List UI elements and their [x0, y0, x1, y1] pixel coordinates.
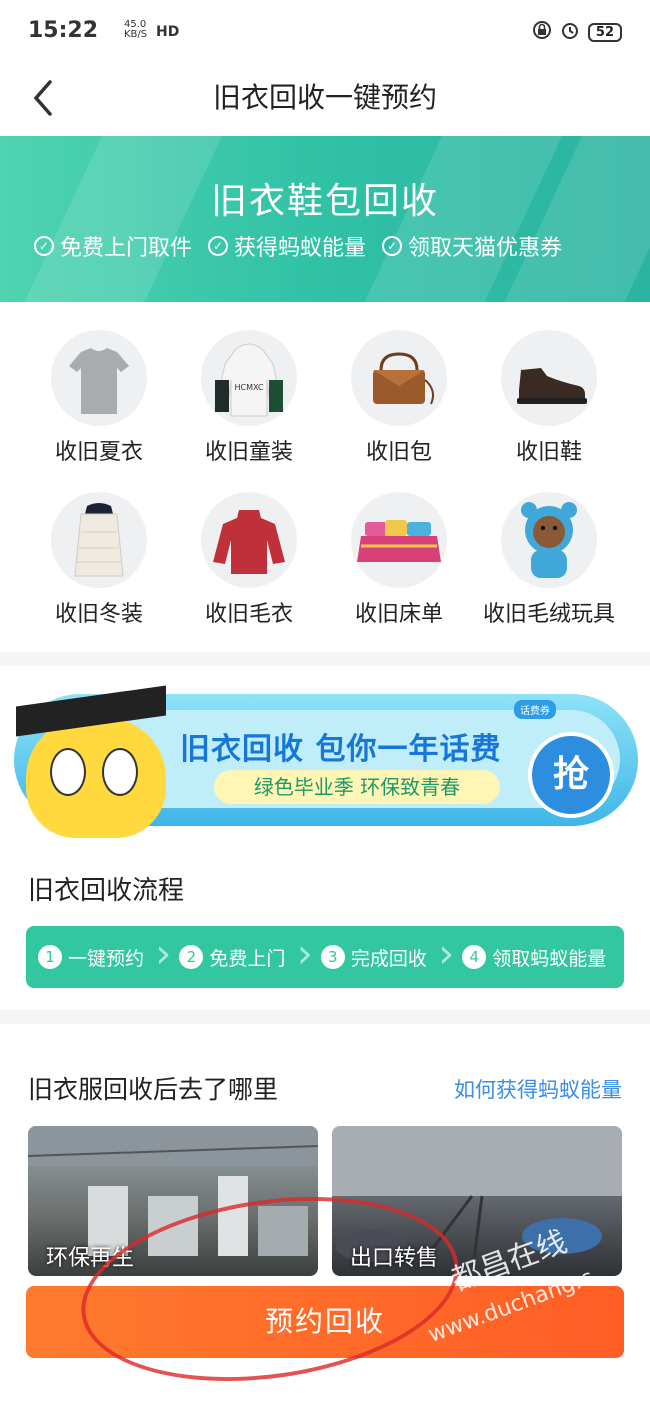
- check-circle-icon: ✓: [382, 236, 403, 256]
- section-divider: [0, 1010, 650, 1024]
- feature-label: 领取天猫优惠券: [408, 236, 563, 261]
- mascot-icon: [16, 685, 166, 838]
- svg-text:HCMXC: HCMXC: [235, 383, 264, 392]
- category-label: 收旧冬装: [54, 602, 143, 627]
- category-label: 收旧毛绒玩具: [482, 602, 615, 627]
- network-indicator: ⁴ᴳ: [86, 20, 95, 31]
- promo-tag: 话费券: [514, 700, 556, 719]
- tshirt-icon: [51, 330, 147, 426]
- down-jacket-icon: [51, 492, 147, 588]
- battery-indicator: 52: [587, 22, 622, 42]
- feature-label: 获得蚂蚁能量: [234, 236, 367, 261]
- category-winter-clothes[interactable]: 收旧冬装: [24, 492, 174, 628]
- recycle-flow: 旧衣回收流程 1 一键预约 › 2 免费上门 › 3 完成回收 › 4 领取蚂蚁能量: [0, 860, 650, 1010]
- banner-features: ✓ 免费上门取件 ✓ 获得蚂蚁能量 ✓ 领取天猫优惠券: [34, 230, 562, 262]
- step-number: 2: [179, 945, 204, 969]
- step-label: 领取蚂蚁能量: [492, 947, 607, 970]
- promo-subtitle: 绿色毕业季 环保致青春: [214, 770, 500, 804]
- promo-banner[interactable]: 话费券 旧衣回收 包你一年话费 绿色毕业季 环保致青春 抢: [0, 666, 650, 838]
- category-label: 收旧童装: [204, 440, 293, 465]
- feature-item: ✓ 领取天猫优惠券: [382, 230, 562, 262]
- check-circle-icon: ✓: [208, 236, 229, 256]
- energy-link[interactable]: 如何获得蚂蚁能量: [454, 1074, 622, 1104]
- banner-title: 旧衣鞋包回收: [210, 181, 439, 222]
- shoe-icon: [501, 330, 597, 426]
- category-grid: 收旧夏衣 HCMXC 收旧童装 收旧包 收旧鞋 收旧冬装 收旧毛衣 收旧床单 收…: [0, 302, 650, 652]
- feature-label: 免费上门取件: [60, 236, 193, 261]
- category-bags[interactable]: 收旧包: [324, 330, 474, 466]
- category-label: 收旧夏衣: [54, 440, 143, 465]
- bedsheet-icon: [351, 492, 447, 588]
- flow-title: 旧衣回收流程: [28, 876, 185, 906]
- hd-indicator: HD: [156, 24, 180, 40]
- step-number: 1: [38, 945, 62, 969]
- feature-item: ✓ 免费上门取件: [34, 230, 192, 262]
- speed-unit: KB/S: [124, 29, 148, 40]
- grab-button[interactable]: 抢: [528, 732, 614, 818]
- step-label: 完成回收: [350, 947, 427, 970]
- alarm-icon: [560, 20, 580, 44]
- step-number: 3: [320, 945, 345, 969]
- sweater-icon: [201, 492, 297, 588]
- where-title: 旧衣服回收后去了哪里: [28, 1075, 279, 1104]
- category-label: 收旧鞋: [515, 440, 582, 465]
- flow-step: 3 完成回收 ›: [309, 926, 454, 988]
- category-summer-clothes[interactable]: 收旧夏衣: [24, 330, 174, 466]
- network-speed: 45.0 KB/S: [124, 20, 147, 40]
- category-kids-clothes[interactable]: HCMXC 收旧童装: [174, 330, 324, 466]
- step-label: 一键预约: [68, 947, 145, 970]
- feature-item: ✓ 获得蚂蚁能量: [208, 230, 366, 262]
- lock-icon: [532, 20, 552, 44]
- category-label: 收旧毛衣: [204, 602, 293, 627]
- category-shoes[interactable]: 收旧鞋: [474, 330, 624, 466]
- step-number: 4: [462, 945, 487, 969]
- page-title: 旧衣回收一键预约: [212, 81, 437, 114]
- category-bedsheets[interactable]: 收旧床单: [324, 492, 474, 628]
- category-label: 收旧床单: [354, 602, 443, 627]
- flow-step: 2 免费上门 ›: [167, 926, 313, 988]
- flow-step: 4 领取蚂蚁能量: [450, 926, 624, 988]
- hero-banner: 旧衣鞋包回收 ✓ 免费上门取件 ✓ 获得蚂蚁能量 ✓ 领取天猫优惠券: [0, 136, 650, 302]
- category-plush-toys[interactable]: 收旧毛绒玩具: [474, 492, 624, 628]
- step-label: 免费上门: [209, 947, 286, 970]
- mascot-eye: [102, 748, 138, 796]
- hoodie-icon: HCMXC: [201, 330, 297, 426]
- mascot-eye: [50, 748, 86, 796]
- status-right: 52: [532, 20, 622, 44]
- bag-icon: [351, 330, 447, 426]
- flow-step: 1 一键预约 ›: [26, 926, 171, 988]
- section-divider: [0, 652, 650, 666]
- category-sweaters[interactable]: 收旧毛衣: [174, 492, 324, 628]
- plush-toy-icon: [501, 492, 597, 588]
- check-circle-icon: ✓: [34, 236, 54, 256]
- flow-steps: 1 一键预约 › 2 免费上门 › 3 完成回收 › 4 领取蚂蚁能量: [26, 926, 624, 988]
- category-label: 收旧包: [365, 440, 432, 465]
- status-bar: 15:22 ⁴ᴳ 45.0 KB/S HD 52: [0, 0, 650, 64]
- page-header: 旧衣回收一键预约: [0, 64, 650, 136]
- promo-title: 旧衣回收 包你一年话费: [180, 732, 502, 767]
